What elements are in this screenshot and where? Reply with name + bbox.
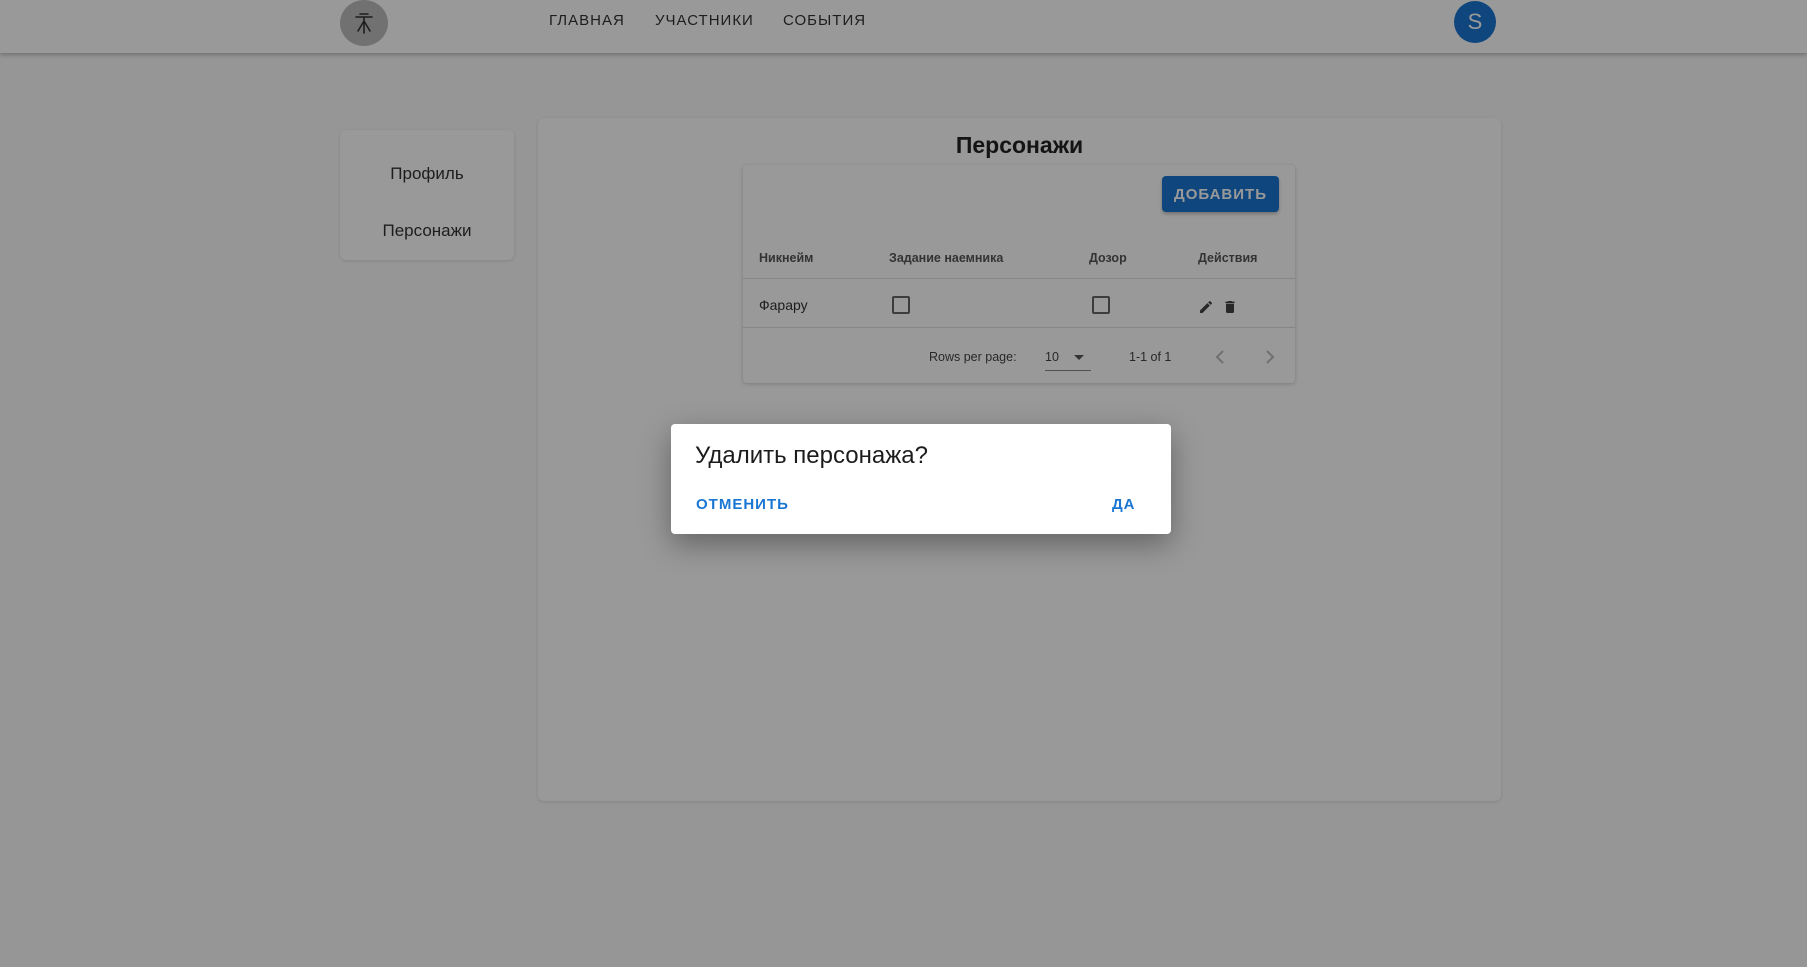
delete-confirm-dialog: Удалить персонажа? ОТМЕНИТЬ ДА <box>671 424 1171 534</box>
dialog-title: Удалить персонажа? <box>695 442 928 469</box>
cancel-button[interactable]: ОТМЕНИТЬ <box>696 496 789 513</box>
confirm-button[interactable]: ДА <box>1112 496 1136 513</box>
